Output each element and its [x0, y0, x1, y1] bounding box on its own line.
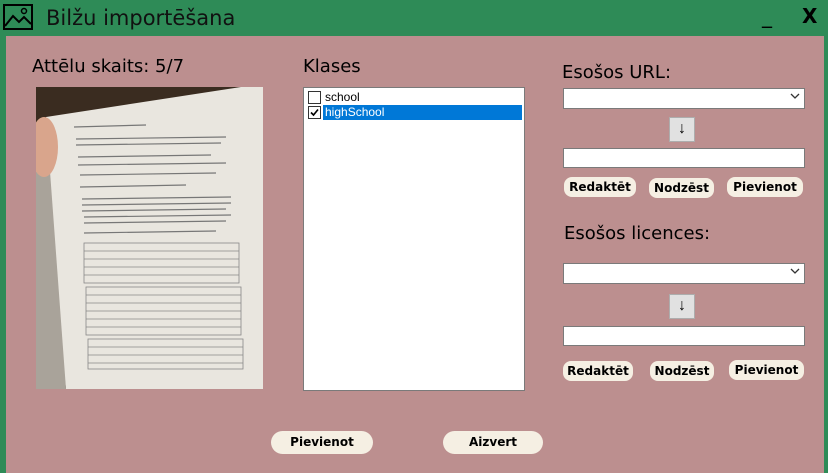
url-section-label: Esošos URL: [562, 62, 672, 83]
chevron-down-icon [790, 268, 800, 274]
chevron-down-icon [790, 93, 800, 99]
url-arrow-down-button[interactable]: ↓ [669, 117, 695, 142]
image-icon [3, 4, 33, 30]
class-item-school[interactable]: school [306, 90, 522, 105]
class-item-highschool[interactable]: highSchool [306, 105, 522, 120]
window-title: Bilžu importēšana [46, 6, 236, 30]
class-checkbox-school[interactable] [308, 91, 321, 104]
minimize-button[interactable]: _ [762, 4, 772, 28]
license-delete-button[interactable]: Nodzēst [650, 361, 714, 381]
url-edit-button[interactable]: Redaktēt [564, 177, 636, 197]
url-delete-button[interactable]: Nodzēst [649, 178, 714, 198]
url-add-button[interactable]: Pievienot [727, 177, 803, 197]
close-window-button[interactable]: X [802, 4, 817, 28]
class-checkbox-highschool[interactable] [308, 106, 321, 119]
url-input[interactable] [563, 148, 805, 168]
license-combobox[interactable] [563, 263, 805, 284]
import-window: Bilžu importēšana _ X Attēlu skaits: 5/7 [0, 0, 828, 473]
class-item-label: school [325, 90, 360, 104]
client-area: Attēlu skaits: 5/7 Klases school highSch… [6, 36, 824, 473]
license-section-label: Esošos licences: [564, 223, 711, 244]
footer-close-button[interactable]: Aizvert [443, 431, 543, 454]
license-arrow-down-button[interactable]: ↓ [669, 294, 695, 319]
document-photo [36, 87, 263, 389]
url-combobox[interactable] [563, 88, 805, 109]
license-input[interactable] [563, 326, 805, 346]
license-edit-button[interactable]: Redaktēt [563, 361, 633, 381]
classes-label: Klases [303, 56, 361, 77]
footer-add-button[interactable]: Pievienot [271, 431, 373, 454]
class-item-label: highSchool [323, 105, 522, 120]
license-add-button[interactable]: Pievienot [729, 360, 804, 380]
classes-listbox[interactable]: school highSchool [303, 87, 525, 391]
check-icon [310, 108, 319, 117]
title-bar[interactable]: Bilžu importēšana _ X [0, 0, 828, 36]
image-count-label: Attēlu skaits: 5/7 [32, 56, 185, 77]
